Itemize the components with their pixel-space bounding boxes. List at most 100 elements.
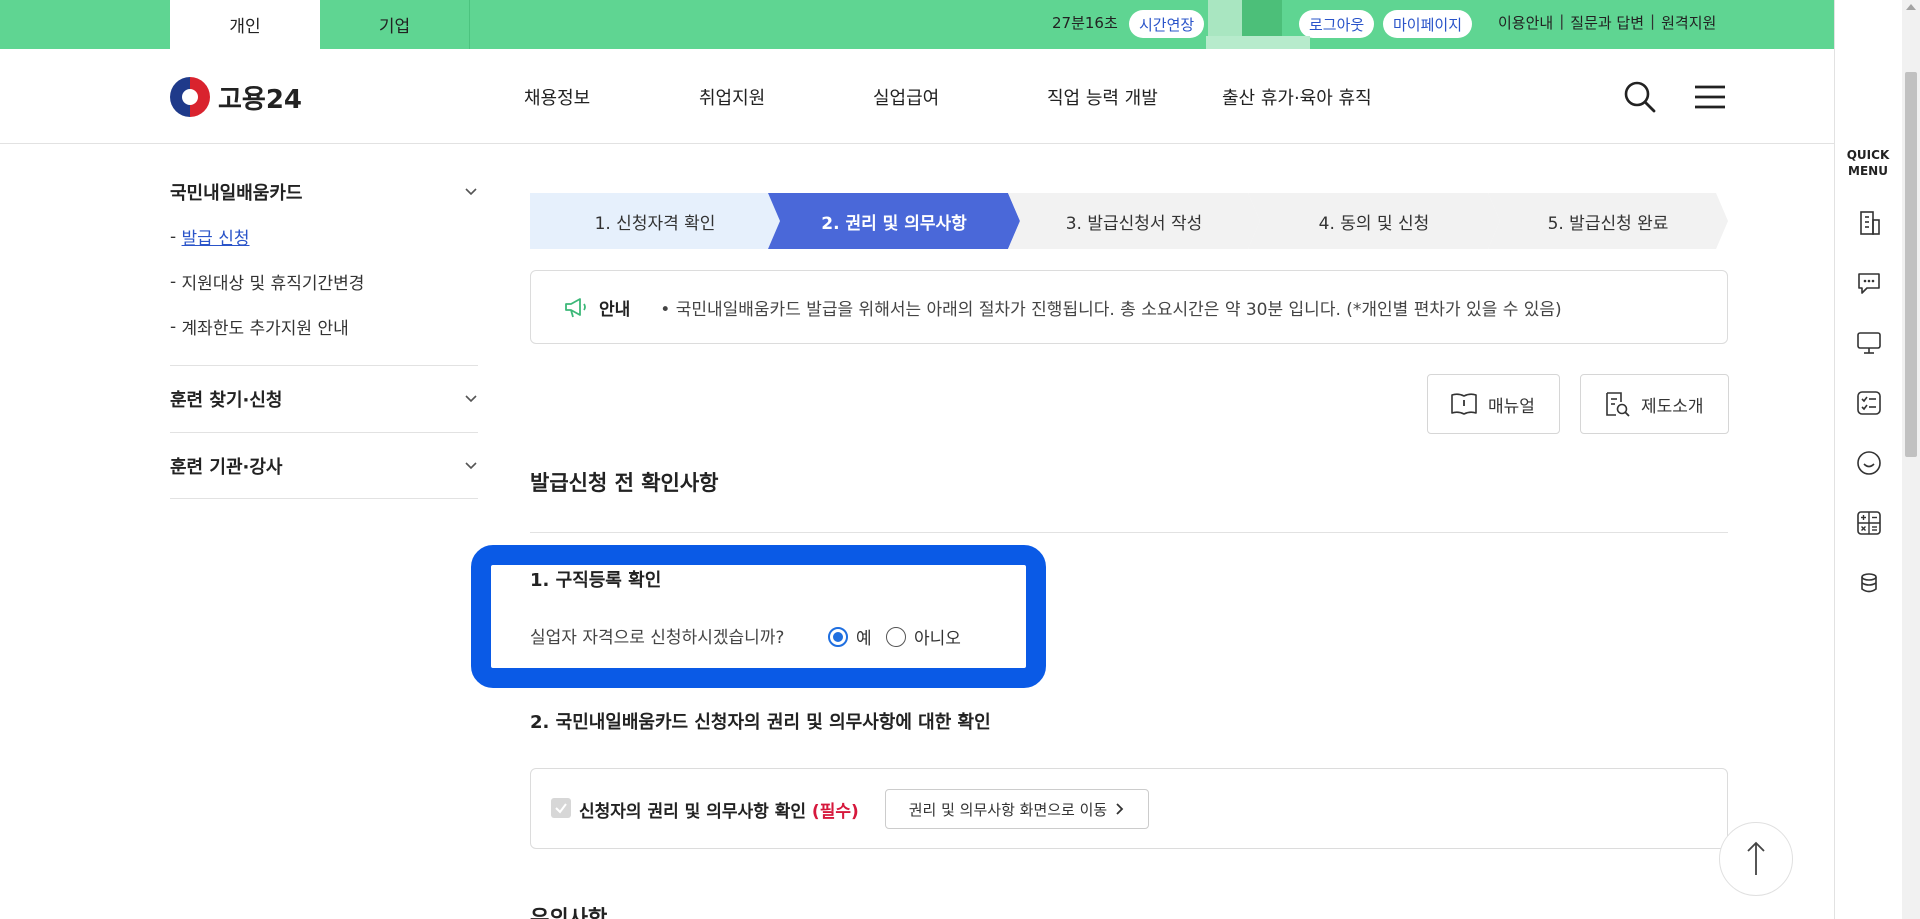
extend-session-button[interactable]: 시간연장 (1129, 10, 1205, 38)
section-title: 발급신청 전 확인사항 (530, 471, 719, 495)
monitor-icon[interactable] (1855, 329, 1883, 357)
top-utility-bar: 개인 기업 27분16초 시간연장 로그아웃 마이페이지 이용안내 | 질문과 … (0, 0, 1835, 49)
step-3: 3. 발급신청서 작성 (1008, 193, 1260, 249)
logo-text: 고용24 (218, 84, 303, 115)
remote-support-link[interactable]: 원격지원 (1661, 12, 1716, 33)
rights-confirm-text: 신청자의 권리 및 의무사항 확인 (579, 802, 806, 822)
quick-menu-title: QUICK MENU (1835, 147, 1901, 179)
chevron-down-icon (465, 188, 477, 196)
checkmark-icon (555, 803, 567, 814)
quick-menu-title-line: MENU (1848, 164, 1888, 178)
site-header: 고용24 채용정보 취업지원 실업급여 직업 능력 개발 출산 휴가·육아 휴직 (0, 49, 1835, 144)
step-5: 5. 발급신청 완료 (1488, 193, 1728, 249)
sidebar-item-account-limit[interactable]: - 계좌한도 추가지원 안내 (170, 304, 478, 349)
radio-no[interactable]: 아니오 (886, 624, 961, 649)
rights-obligations-title: 2. 국민내일배움카드 신청자의 권리 및 의무사항에 대한 확인 (530, 712, 991, 733)
left-sidebar: 국민내일배움카드 - 발급 신청 - 지원대상 및 휴직기간변경 - 계좌한도 … (170, 170, 478, 499)
step-1: 1. 신청자격 확인 (530, 193, 780, 249)
quick-menu-title-line: QUICK (1846, 148, 1890, 162)
scroll-top-button[interactable] (1719, 822, 1793, 896)
nav-vocational-training[interactable]: 직업 능력 개발 (1047, 84, 1158, 110)
radio-yes-label: 예 (856, 629, 872, 649)
site-logo[interactable]: 고용24 (170, 77, 302, 117)
nav-jobs[interactable]: 채용정보 (524, 84, 590, 110)
nav-unemployment-benefit[interactable]: 실업급여 (873, 84, 939, 110)
manual-button[interactable]: 매뉴얼 (1427, 374, 1560, 434)
nav-employment-support[interactable]: 취업지원 (699, 84, 765, 110)
nav-parental-leave[interactable]: 출산 휴가·육아 휴직 (1222, 84, 1372, 110)
divider (170, 498, 478, 499)
checklist-icon[interactable] (1855, 389, 1883, 417)
divider: | (1650, 12, 1656, 30)
job-registration-title: 1. 구직등록 확인 (530, 570, 662, 591)
megaphone-icon (565, 298, 586, 318)
taegeuk-logo-icon (170, 77, 210, 117)
chat-icon[interactable] (1855, 269, 1883, 297)
calculator-icon[interactable] (1855, 509, 1883, 537)
qna-link[interactable]: 질문과 답변 (1570, 12, 1644, 33)
radio-button-unchecked[interactable] (886, 626, 906, 647)
sidebar-item-prefix: - (170, 271, 182, 292)
page-scrollbar[interactable] (1902, 0, 1920, 919)
sidebar-item-prefix: - (170, 226, 182, 247)
notes-title: 유의사항 (530, 906, 608, 919)
utility-links: 이용안내 | 질문과 답변 | 원격지원 (1498, 12, 1716, 33)
go-to-rights-button[interactable]: 권리 및 의무사항 화면으로 이동 (885, 789, 1149, 829)
document-search-icon (1606, 392, 1630, 417)
program-intro-button[interactable]: 제도소개 (1580, 374, 1729, 434)
radio-yes[interactable]: 예 (828, 624, 872, 649)
smile-icon[interactable] (1855, 449, 1883, 477)
manual-label: 매뉴얼 (1488, 396, 1535, 417)
program-intro-label: 제도소개 (1641, 396, 1704, 417)
go-to-rights-label: 권리 및 의무사항 화면으로 이동 (908, 800, 1108, 819)
sidebar-item-label: 계좌한도 추가지원 안내 (181, 319, 349, 339)
sidebar-section-title: 국민내일배움카드 (170, 183, 303, 204)
notice-label: 안내 (599, 299, 631, 320)
scroll-up-arrow-icon[interactable] (1906, 4, 1916, 10)
rights-confirm-label: 신청자의 권리 및 의무사항 확인 (필수) (579, 797, 859, 822)
sidebar-group-label: 훈련 기관·강사 (170, 456, 283, 478)
chevron-down-icon (465, 461, 477, 469)
quick-menu: QUICK MENU (1834, 0, 1901, 919)
chevron-down-icon (465, 395, 477, 403)
logout-button[interactable]: 로그아웃 (1299, 10, 1375, 38)
step-label: 5. 발급신청 완료 (1547, 213, 1669, 234)
sidebar-group-training-institution[interactable]: 훈련 기관·강사 (170, 432, 478, 498)
chevron-right-icon (1116, 803, 1124, 815)
book-icon (1451, 393, 1477, 415)
notice-box: 안내 • 국민내일배움카드 발급을 위해서는 아래의 절차가 진행됩니다. 총 … (530, 270, 1728, 344)
step-4: 4. 동의 및 신청 (1248, 193, 1500, 249)
unemployed-question: 실업자 자격으로 신청하시겠습니까? (530, 628, 785, 648)
tab-business[interactable]: 기업 (320, 0, 470, 49)
masked-region (1242, 0, 1282, 36)
radio-no-label: 아니오 (914, 629, 961, 649)
sidebar-item-eligibility-change[interactable]: - 지원대상 및 휴직기간변경 (170, 259, 478, 304)
sidebar-item-prefix: - (170, 316, 182, 337)
sidebar-group-training-search[interactable]: 훈련 찾기·신청 (170, 366, 478, 432)
sidebar-item-label[interactable]: 발급 신청 (182, 224, 250, 249)
required-badge: (필수) (811, 802, 859, 822)
step-2-active: 2. 권리 및 의무사항 (768, 193, 1020, 249)
divider (530, 532, 1728, 533)
guide-link[interactable]: 이용안내 (1498, 12, 1553, 33)
session-timer: 27분16초 (1052, 14, 1118, 32)
tab-personal[interactable]: 개인 (170, 0, 320, 49)
building-icon[interactable] (1855, 209, 1883, 237)
notice-text: • 국민내일배움카드 발급을 위해서는 아래의 절차가 진행됩니다. 총 소요시… (660, 299, 1562, 320)
step-label: 4. 동의 및 신청 (1318, 213, 1430, 234)
arrow-up-icon (1747, 841, 1765, 875)
divider: | (1559, 12, 1565, 30)
sidebar-section-card[interactable]: 국민내일배움카드 (170, 170, 478, 214)
rights-confirm-checkbox[interactable] (551, 798, 571, 818)
sidebar-item-apply[interactable]: - 발급 신청 (170, 214, 478, 259)
search-icon[interactable] (1622, 79, 1658, 115)
hamburger-menu-icon[interactable] (1692, 79, 1728, 115)
mypage-button[interactable]: 마이페이지 (1383, 10, 1473, 38)
radio-button-checked[interactable] (828, 626, 848, 647)
sidebar-item-label: 지원대상 및 휴직기간변경 (181, 274, 365, 294)
scrollbar-thumb[interactable] (1905, 72, 1917, 457)
step-label: 2. 권리 및 의무사항 (821, 213, 967, 234)
step-label: 3. 발급신청서 작성 (1065, 213, 1203, 234)
sidebar-group-label: 훈련 찾기·신청 (170, 390, 283, 411)
coins-icon[interactable] (1855, 569, 1883, 597)
